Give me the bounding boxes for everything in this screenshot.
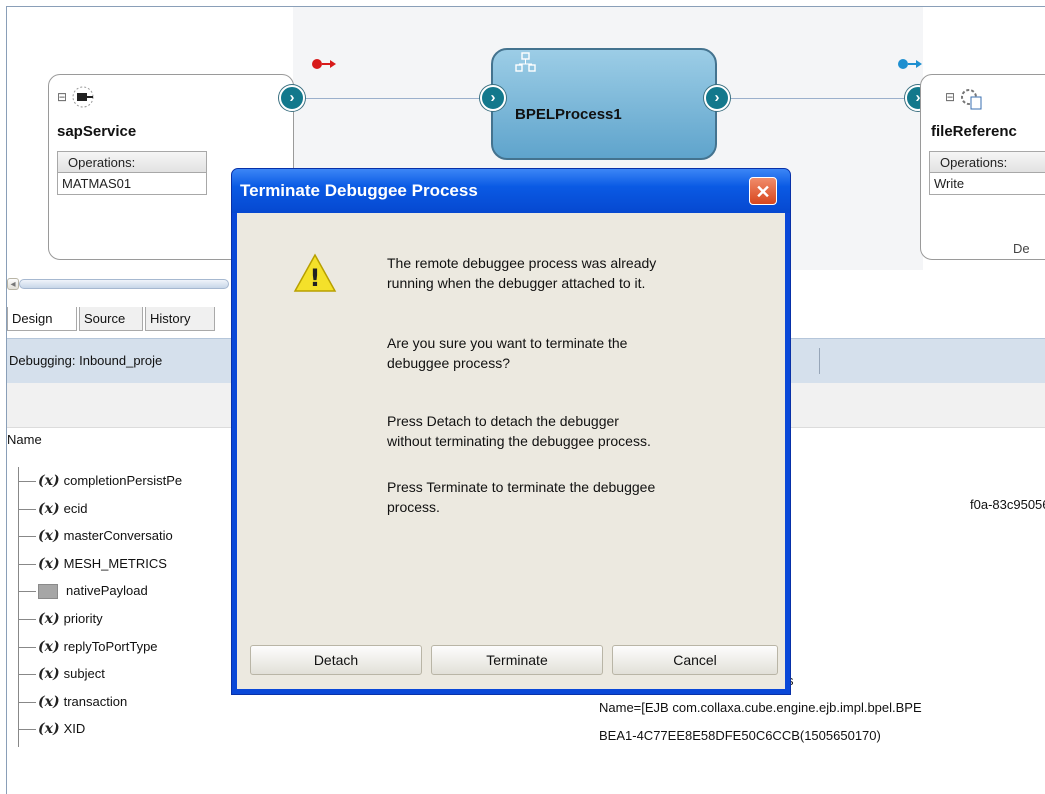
variable-name: subject — [63, 666, 105, 682]
variable-x-icon: (x) — [38, 500, 60, 517]
wire-right — [725, 98, 915, 99]
detach-button[interactable]: Detach — [250, 645, 422, 675]
variable-x-icon: (x) — [38, 638, 60, 655]
variable-row[interactable]: (x) transaction — [19, 690, 127, 714]
variable-row[interactable]: (x) masterConversatio — [19, 524, 173, 548]
dialog-message-4-line-1: Press Terminate to terminate the debugge… — [387, 479, 656, 495]
payload-box-icon — [38, 584, 58, 600]
outbound-message-icon — [898, 59, 922, 69]
variable-x-icon: (x) — [38, 473, 60, 489]
file-reference-ops-header: Operations: — [929, 151, 1045, 173]
tab-history[interactable]: History — [145, 307, 215, 331]
tree-branch-line — [19, 563, 36, 565]
variable-row[interactable]: (x) completionPersistPe — [19, 469, 182, 493]
dialog-message-2: Are you sure you want to terminate the d… — [387, 333, 757, 373]
transaction-value: Name=[EJB com.collaxa.cube.engine.ejb.im… — [599, 700, 922, 715]
tab-design[interactable]: Design — [7, 307, 77, 331]
sap-service-connector-icon[interactable]: › — [279, 85, 305, 111]
tree-branch-line — [19, 591, 36, 593]
wire-left — [304, 98, 492, 99]
variable-row[interactable]: (x) priority — [19, 607, 103, 631]
file-reference-partial-label: De — [1013, 241, 1030, 256]
dialog-title: Terminate Debuggee Process — [240, 181, 478, 200]
tree-branch-line — [19, 646, 36, 648]
scroll-left-icon[interactable]: ◂ — [7, 278, 19, 290]
svg-text:⊟: ⊟ — [945, 90, 955, 104]
variable-name: nativePayload — [66, 583, 148, 599]
dialog-message-1: The remote debuggee process was already … — [387, 253, 757, 293]
file-reference-title: fileReferenc — [931, 123, 1017, 140]
close-icon[interactable]: ✕ — [749, 177, 777, 205]
warning-icon: ! — [293, 253, 337, 292]
tree-branch-line — [19, 701, 36, 703]
variable-row[interactable]: (x) replyToPortType — [19, 635, 158, 659]
name-column-header[interactable]: Name — [7, 432, 42, 447]
variable-name: completionPersistPe — [63, 473, 183, 488]
debugging-bar-separator — [819, 348, 820, 374]
variable-name: priority — [63, 611, 103, 626]
file-adapter-gear-icon: ⊟ — [945, 89, 982, 110]
svg-text:⊟: ⊟ — [57, 90, 67, 104]
sap-service-ops-header: Operations: — [57, 151, 207, 173]
bpel-process-component[interactable]: BPELProcess1 — [491, 48, 717, 160]
composite-editor: ⊟ sapService Operations: MATMAS01 › BPEL… — [6, 6, 1045, 794]
debugging-label: Debugging: Inbound_proje — [9, 353, 163, 368]
variable-name: replyToPortType — [63, 638, 158, 654]
variable-x-icon: (x) — [38, 528, 60, 545]
tree-branch-line — [19, 674, 36, 676]
variable-name: MESH_METRICS — [63, 555, 167, 571]
dialog-message-3: Press Detach to detach the debugger with… — [387, 411, 757, 451]
variable-row[interactable]: (x) MESH_METRICS — [19, 552, 167, 576]
variable-name: XID — [63, 721, 86, 737]
adapter-plug-icon: ⊟ — [57, 86, 94, 108]
file-reference-operation[interactable]: Write — [929, 173, 1045, 195]
variable-x-icon: (x) — [38, 666, 60, 683]
dialog-message-1-line-1: The remote debuggee process was already — [387, 255, 657, 271]
bpel-process-title: BPELProcess1 — [515, 106, 622, 123]
scrollbar-thumb[interactable] — [19, 279, 229, 289]
dialog-message-2-line-2: debuggee process? — [387, 355, 510, 371]
bpel-hierarchy-icon — [515, 52, 536, 72]
variable-name: ecid — [63, 500, 88, 516]
tree-branch-line — [19, 536, 36, 538]
inbound-message-icon — [312, 59, 336, 69]
bpel-out-connector-icon[interactable]: › — [704, 85, 730, 111]
terminate-button[interactable]: Terminate — [431, 645, 603, 675]
variable-x-icon: (x) — [38, 693, 60, 710]
dialog-titlebar[interactable]: Terminate Debuggee Process ✕ — [232, 169, 790, 213]
ecid-value: f0a-83c950569ba1-00000a99 — [970, 497, 1045, 512]
sap-service-title: sapService — [57, 123, 137, 140]
dialog-message-4: Press Terminate to terminate the debugge… — [387, 477, 757, 517]
variable-row[interactable]: (x) subject — [19, 662, 105, 686]
variable-x-icon: (x) — [38, 611, 60, 627]
xid-value: BEA1-4C77EE8E58DFE50C6CCB(1505650170) — [599, 728, 881, 743]
cancel-button[interactable]: Cancel — [612, 645, 778, 675]
tree-branch-line — [19, 619, 36, 621]
dialog-message-2-line-1: Are you sure you want to terminate the — [387, 335, 628, 351]
canvas-horizontal-scrollbar[interactable]: ◂ — [7, 278, 229, 290]
tree-branch-line — [19, 729, 36, 731]
dialog-message-3-line-1: Press Detach to detach the debugger — [387, 413, 619, 429]
dialog-message-3-line-2: without terminating the debuggee process… — [387, 433, 651, 449]
file-reference-component[interactable]: ⊟ fileReferenc Operations: Write De — [920, 74, 1045, 260]
dialog-message-1-line-2: running when the debugger attached to it… — [387, 275, 646, 291]
variable-name: masterConversatio — [63, 528, 173, 544]
variable-row[interactable]: nativePayload — [19, 579, 148, 603]
warning-glyph: ! — [310, 264, 321, 292]
variable-x-icon: (x) — [38, 721, 60, 738]
variable-row[interactable]: (x) ecid — [19, 497, 87, 521]
tab-source[interactable]: Source — [79, 307, 143, 331]
bpel-in-connector-icon[interactable]: › — [480, 85, 506, 111]
tree-branch-line — [19, 508, 36, 510]
tree-branch-line — [19, 481, 36, 483]
variable-name: transaction — [63, 693, 128, 709]
variable-x-icon: (x) — [38, 555, 60, 572]
terminate-debuggee-dialog: Terminate Debuggee Process ✕ ! The remot… — [231, 168, 791, 695]
sap-service-operation[interactable]: MATMAS01 — [57, 173, 207, 195]
variable-row[interactable]: (x) XID — [19, 717, 85, 741]
dialog-body: ! The remote debuggee process was alread… — [237, 213, 785, 689]
dialog-message-4-line-2: process. — [387, 499, 440, 515]
